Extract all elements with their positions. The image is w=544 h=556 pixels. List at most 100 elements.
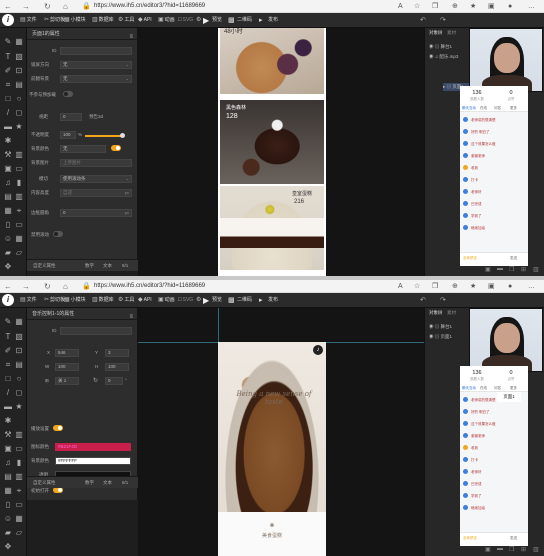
menu-icon[interactable]: ≡ xyxy=(129,31,133,43)
effect-icon[interactable]: ▥ xyxy=(14,430,24,440)
users-icon[interactable]: ☺ xyxy=(3,514,13,524)
redo-icon[interactable]: ↷ xyxy=(440,13,446,28)
collections-icon[interactable]: ❐ xyxy=(432,2,438,11)
chart-icon[interactable]: ▤ xyxy=(14,80,24,90)
add-icon[interactable]: ⊞ xyxy=(521,546,526,553)
forward-icon[interactable]: → xyxy=(22,282,30,291)
chat-tab-interact[interactable]: 聊天互动 xyxy=(462,105,476,112)
toolbar-api[interactable]: ◆API xyxy=(138,293,152,308)
folder-icon[interactable]: ▬ xyxy=(497,546,503,552)
bgcolor-input[interactable]: 无 xyxy=(60,145,106,153)
toolbar-cut[interactable]: ✂剪切板 xyxy=(44,13,65,28)
collections-icon[interactable]: ❐ xyxy=(432,282,438,291)
stage-canvas[interactable]: 48小时 黑色森林 128 皇室蛋糕 216 xyxy=(138,28,424,276)
w-input[interactable]: 100 xyxy=(55,363,79,371)
profile-icon[interactable]: ● xyxy=(508,2,512,11)
back-icon[interactable]: ← xyxy=(4,282,12,291)
send-button[interactable]: 发送 xyxy=(510,256,517,261)
slide-icon[interactable]: ▭ xyxy=(14,444,24,454)
text-tab[interactable]: 文本 xyxy=(103,477,112,489)
chocolate-cake-image[interactable] xyxy=(218,342,326,538)
qrcode-label[interactable]: 二维码 xyxy=(237,13,252,28)
tab-object-tree[interactable]: 对象树 xyxy=(429,308,443,318)
map-icon[interactable]: ⌖ xyxy=(14,486,24,496)
edit-icon[interactable]: ✎ xyxy=(3,37,13,47)
mute-all-button[interactable]: 全体禁言 xyxy=(463,256,477,261)
line-icon[interactable]: / xyxy=(3,108,13,118)
rect-icon[interactable]: □ xyxy=(3,374,13,384)
custom-attr-tab[interactable]: 自定义属性 xyxy=(33,260,56,272)
id-input[interactable] xyxy=(60,47,132,55)
extensions-icon[interactable]: ⊕ xyxy=(452,282,458,291)
more-icon[interactable]: … xyxy=(528,282,535,291)
pen-icon[interactable]: ✐ xyxy=(3,66,13,76)
box-icon[interactable]: ▦ xyxy=(3,486,13,496)
qrcode-label[interactable]: 二维码 xyxy=(237,293,252,308)
extra-tab[interactable]: 8/1 xyxy=(122,260,128,272)
trash-icon[interactable]: ▥ xyxy=(533,266,539,273)
mute-all-button[interactable]: 全体禁言 xyxy=(463,536,477,541)
x-input[interactable]: 546 xyxy=(55,349,79,357)
folder-icon[interactable]: ▬ xyxy=(497,266,503,272)
send-button[interactable]: 发送 xyxy=(510,536,517,541)
folder-icon[interactable]: ▬ xyxy=(3,122,13,132)
text-icon[interactable]: T xyxy=(3,52,13,62)
chat-tab-qa[interactable]: 问答 xyxy=(494,105,501,112)
folder-icon[interactable]: ▬ xyxy=(3,402,13,412)
shape-icon[interactable]: ◻ xyxy=(14,388,24,398)
music-control-icon[interactable]: ♪ xyxy=(313,345,323,355)
link-icon[interactable]: ⌗ xyxy=(3,80,13,90)
disable-scroll-toggle[interactable] xyxy=(53,231,63,237)
eye-icon[interactable]: ◉ xyxy=(429,44,434,49)
device-icon[interactable]: ▯ xyxy=(3,500,13,510)
toolbar-animation[interactable]: ▣动画 xyxy=(158,293,175,308)
ih5-logo[interactable]: i xyxy=(2,294,14,306)
gear-icon[interactable]: ✱ xyxy=(3,136,13,146)
cake-image-1[interactable] xyxy=(220,28,324,94)
favorites-bar-icon[interactable]: ★ xyxy=(470,2,476,11)
home-icon[interactable]: ⌂ xyxy=(63,282,68,291)
device-icon[interactable]: ▯ xyxy=(3,220,13,230)
crop-icon[interactable]: ⊡ xyxy=(14,66,24,76)
lock-icon[interactable]: ▣ xyxy=(485,266,491,273)
redo-icon[interactable]: ↷ xyxy=(440,293,446,308)
gear-icon[interactable]: ✱ xyxy=(3,416,13,426)
data-tab[interactable]: 数字 xyxy=(85,260,94,272)
publish-label[interactable]: 发布 xyxy=(268,13,278,28)
eye-icon[interactable]: ◉ xyxy=(429,54,434,59)
toolbar-cut[interactable]: ✂剪切板 xyxy=(44,293,65,308)
doc-icon[interactable]: ▥ xyxy=(14,472,24,482)
toolbar-file[interactable]: ▤文件 xyxy=(20,13,37,28)
rect-icon[interactable]: □ xyxy=(3,94,13,104)
orientation-select[interactable]: 无 ⌄ xyxy=(60,61,132,69)
opacity-input[interactable]: 100 xyxy=(60,131,76,139)
preview-label[interactable]: 预览 xyxy=(212,13,222,28)
layers-icon[interactable]: ▱ xyxy=(14,528,24,538)
h-input[interactable]: 100 xyxy=(105,363,129,371)
toolbar-script[interactable]: ⚙ xyxy=(196,13,202,28)
content-height-input[interactable]: 自适 px xyxy=(60,189,132,197)
toolbar-svg[interactable]: □SVG xyxy=(178,293,193,308)
chat-tab-more[interactable]: 更多 xyxy=(510,385,517,392)
toolbar-component[interactable]: ▦小模块 xyxy=(64,293,86,308)
wrench-icon[interactable]: ⚒ xyxy=(3,150,13,160)
preview-button[interactable]: ▶ xyxy=(203,13,209,28)
toolbar-data[interactable]: ▥数据库 xyxy=(92,293,114,308)
star-icon[interactable]: ★ xyxy=(14,402,24,412)
box-icon[interactable]: ▦ xyxy=(3,206,13,216)
cake-image-3[interactable] xyxy=(220,186,324,270)
toolbar-script[interactable]: ⚙ xyxy=(196,293,202,308)
profile-icon[interactable]: ● xyxy=(508,282,512,291)
refresh-icon[interactable]: ↻ xyxy=(44,2,51,11)
favorites-bar-icon[interactable]: ★ xyxy=(470,282,476,291)
bgimage-upload[interactable]: 上传图片 xyxy=(60,159,132,167)
grid-icon[interactable]: ▦ xyxy=(14,317,24,327)
menu-icon[interactable]: ≡ xyxy=(129,311,133,323)
extra-tab[interactable]: 8/1 xyxy=(122,477,128,489)
layers-icon[interactable]: ▱ xyxy=(14,248,24,258)
background-select[interactable]: 无 ⌄ xyxy=(60,75,132,83)
more-icon[interactable]: … xyxy=(528,2,535,11)
publish-label[interactable]: 发布 xyxy=(268,293,278,308)
toolbar-file[interactable]: ▤文件 xyxy=(20,293,37,308)
image-icon[interactable]: ▧ xyxy=(14,52,24,62)
